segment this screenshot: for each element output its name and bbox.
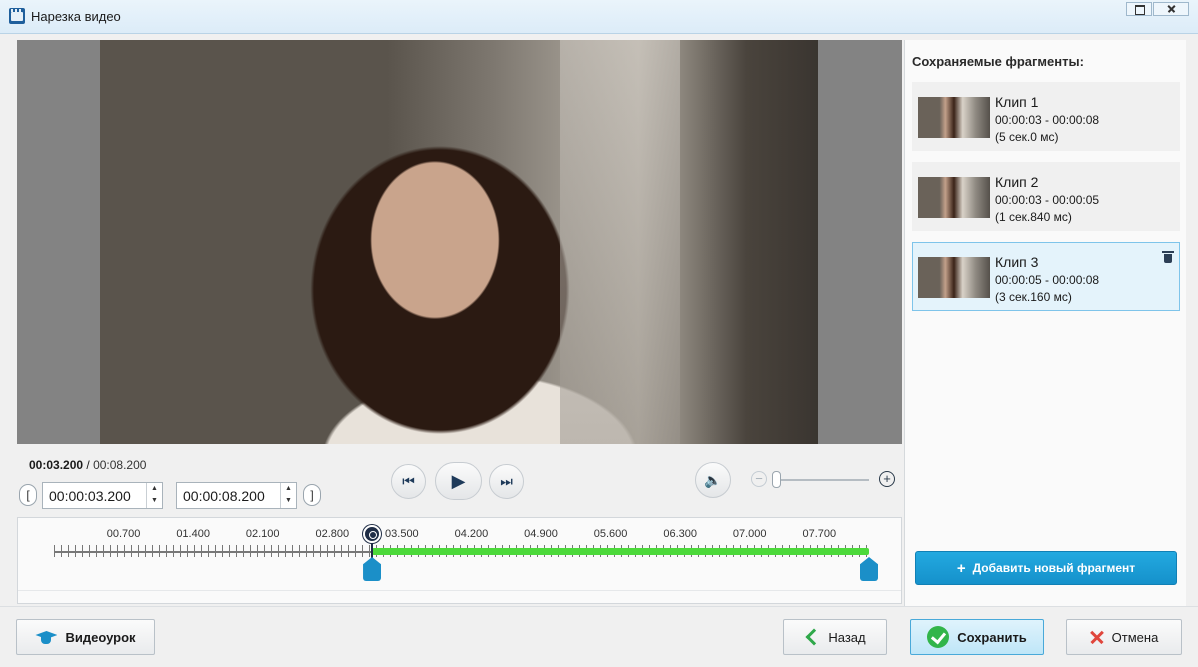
clip-duration: (1 сек.840 мс) (995, 210, 1072, 224)
clip-range: 00:00:03 - 00:00:08 (995, 113, 1100, 127)
next-frame-icon: ⏭ (500, 473, 513, 489)
back-button[interactable]: Назад (783, 619, 887, 655)
zoom-in-icon[interactable]: + (879, 471, 895, 487)
end-time-input[interactable] (176, 482, 297, 509)
video-lesson-label: Видеоурок (65, 629, 136, 645)
clip-name: Клип 1 (995, 94, 1039, 110)
clip-thumbnail (918, 97, 990, 138)
add-fragment-label: Добавить новый фрагмент (972, 561, 1136, 575)
zoom-out-icon[interactable]: − (751, 471, 767, 487)
clip-range: 00:00:03 - 00:00:05 (995, 193, 1100, 207)
clip-item-3[interactable]: Клип 3 00:00:05 - 00:00:08 (3 сек.160 мс… (912, 242, 1180, 311)
previous-frame-button[interactable]: ⏮ (391, 464, 426, 499)
spin-up-icon[interactable]: ▲ (147, 483, 162, 495)
timeline-tick-label: 00.700 (106, 528, 141, 540)
start-time-spinner[interactable]: ▲ ▼ (146, 483, 162, 508)
video-preview (17, 40, 902, 444)
set-start-button[interactable]: [ (19, 484, 37, 506)
timeline[interactable]: 00.700 01.400 02.100 02.800 03.500 04.200 04.9… (17, 517, 902, 604)
start-handle[interactable] (363, 557, 382, 581)
timeline-tick-label: 07.700 (802, 528, 837, 540)
zoom-slider-thumb[interactable] (772, 471, 781, 488)
next-frame-button[interactable]: ⏭ (489, 464, 524, 499)
graduation-cap-icon (35, 629, 57, 645)
zoom-slider-track[interactable] (775, 479, 869, 481)
timeline-tick-label: 04.200 (454, 528, 489, 540)
time-separator: / (83, 458, 94, 472)
set-end-button[interactable]: ] (303, 484, 321, 506)
end-time-spinner[interactable]: ▲ ▼ (280, 483, 296, 508)
end-handle[interactable] (860, 557, 878, 581)
save-label: Сохранить (957, 629, 1027, 645)
window-title: Нарезка видео (31, 9, 121, 24)
spin-down-icon[interactable]: ▼ (147, 495, 162, 507)
play-button[interactable]: ▶ (435, 462, 482, 500)
back-label: Назад (828, 629, 866, 645)
timeline-divider (18, 590, 901, 591)
save-button[interactable]: Сохранить (910, 619, 1044, 655)
trash-icon[interactable] (1162, 251, 1174, 263)
clip-duration: (5 сек.0 мс) (995, 130, 1059, 144)
close-icon (1090, 630, 1104, 644)
fragments-panel: Сохраняемые фрагменты: Клип 1 00:00:03 -… (904, 40, 1186, 606)
chevron-left-icon (805, 628, 823, 646)
clip-name: Клип 2 (995, 174, 1039, 190)
total-time: 00:08.200 (93, 458, 147, 472)
video-background (560, 40, 680, 444)
cancel-label: Отмена (1111, 629, 1159, 645)
volume-icon: 🔈 (704, 471, 722, 488)
add-fragment-button[interactable]: + Добавить новый фрагмент (915, 551, 1177, 585)
clip-thumbnail (918, 257, 990, 298)
title-bar: Нарезка видео (0, 0, 1198, 34)
timeline-tick-label: 03.500 (385, 528, 419, 540)
spin-down-icon[interactable]: ▼ (281, 495, 296, 507)
cancel-button[interactable]: Отмена (1066, 619, 1182, 655)
fragments-title: Сохраняемые фрагменты: (912, 54, 1084, 69)
timeline-tick-label: 01.400 (176, 528, 210, 540)
video-frame (100, 40, 818, 444)
selected-range (372, 548, 869, 555)
video-lesson-button[interactable]: Видеоурок (16, 619, 155, 655)
check-icon (927, 626, 950, 648)
clapperboard-icon (9, 8, 25, 24)
clip-name: Клип 3 (995, 254, 1039, 270)
timeline-tick-label: 02.100 (245, 528, 280, 540)
volume-button[interactable]: 🔈 (695, 462, 731, 498)
playhead[interactable] (363, 525, 382, 543)
timeline-tick-label: 06.300 (663, 528, 697, 540)
clip-duration: (3 сек.160 мс) (995, 290, 1072, 304)
time-readout: 00:03.200 / 00:08.200 (29, 458, 146, 472)
plus-icon: + (956, 559, 966, 577)
spin-up-icon[interactable]: ▲ (281, 483, 296, 495)
close-button[interactable] (1153, 2, 1189, 16)
timeline-tick-label: 02.800 (315, 528, 350, 540)
timeline-tick-label: 07.000 (732, 528, 767, 540)
clip-thumbnail (918, 177, 990, 218)
play-icon: ▶ (451, 470, 466, 491)
maximize-button[interactable] (1126, 2, 1152, 16)
timeline-tick-label: 04.900 (524, 528, 558, 540)
previous-frame-icon: ⏮ (402, 473, 415, 489)
start-time-input[interactable] (42, 482, 163, 509)
clip-item-1[interactable]: Клип 1 00:00:03 - 00:00:08 (5 сек.0 мс) (912, 82, 1180, 151)
current-time: 00:03.200 (29, 458, 84, 472)
timeline-tick-label: 05.600 (593, 528, 628, 540)
clip-item-2[interactable]: Клип 2 00:00:03 - 00:00:05 (1 сек.840 мс… (912, 162, 1180, 231)
clip-range: 00:00:05 - 00:00:08 (995, 273, 1100, 287)
